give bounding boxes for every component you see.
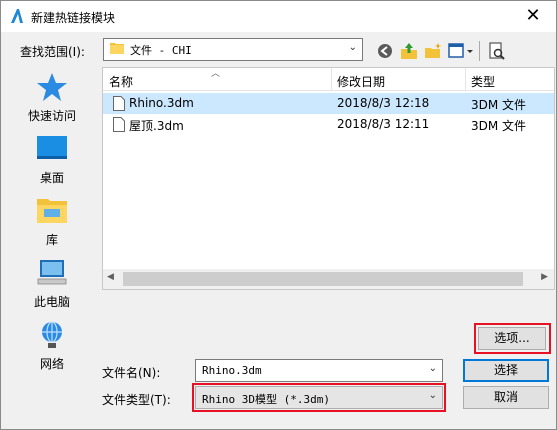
sort-up-icon: ︿ xyxy=(211,69,221,79)
file-date: 2018/8/3 12:11 xyxy=(337,117,430,131)
place-library[interactable]: 库 xyxy=(8,195,96,248)
place-desktop[interactable]: 桌面 xyxy=(8,133,96,186)
column-name[interactable]: 名称 xyxy=(109,73,133,90)
place-this-pc[interactable]: 此电脑 xyxy=(8,257,96,310)
place-quick-access[interactable]: 快速访问 xyxy=(8,71,96,124)
preview-icon[interactable] xyxy=(487,41,507,61)
places-bar: 快速访问 桌面 库 此电脑 网络 xyxy=(8,67,96,382)
close-button[interactable]: ✕ xyxy=(522,5,544,27)
toolbar-separator xyxy=(479,41,480,61)
horizontal-scrollbar[interactable]: ◀ ▶ xyxy=(103,269,554,289)
folder-icon xyxy=(110,43,124,54)
lookin-combo[interactable]: 文件 - CHI ⌄ xyxy=(103,38,363,61)
window-title: 新建热链接模块 xyxy=(31,11,116,25)
file-icon xyxy=(113,117,125,132)
up-folder-icon[interactable] xyxy=(399,41,419,61)
place-label: 此电脑 xyxy=(33,295,70,309)
library-icon xyxy=(37,199,67,223)
column-type[interactable]: 类型 xyxy=(471,73,495,90)
lookin-value: 文件 - CHI xyxy=(130,44,192,57)
highlight-box xyxy=(192,383,446,412)
star-icon xyxy=(37,73,67,101)
open-button[interactable]: 选择 xyxy=(463,359,549,382)
computer-icon xyxy=(37,260,67,285)
file-icon xyxy=(113,96,125,111)
filename-label: 文件名(N): xyxy=(102,366,161,380)
filetype-label: 文件类型(T): xyxy=(102,393,171,407)
cancel-button[interactable]: 取消 xyxy=(463,386,549,409)
chevron-down-icon[interactable]: ⌄ xyxy=(429,363,437,374)
scroll-right-icon[interactable]: ▶ xyxy=(541,272,548,282)
column-divider[interactable] xyxy=(465,68,466,91)
network-icon xyxy=(42,321,62,348)
back-icon[interactable] xyxy=(375,41,395,61)
title-bar: 新建热链接模块 ✕ xyxy=(1,1,556,32)
highlight-box xyxy=(474,323,551,354)
column-date[interactable]: 修改日期 xyxy=(337,73,385,90)
column-divider[interactable] xyxy=(331,68,332,91)
view-menu-icon[interactable] xyxy=(447,41,475,61)
file-name: Rhino.3dm xyxy=(129,96,194,110)
chevron-down-icon: ⌄ xyxy=(348,42,357,53)
lookin-label: 查找范围(I): xyxy=(20,45,85,59)
filename-field[interactable]: Rhino.3dm ⌄ xyxy=(195,359,443,382)
place-label: 网络 xyxy=(39,357,64,371)
file-name: 屋顶.3dm xyxy=(129,119,184,133)
rhino-app-icon xyxy=(9,8,25,24)
place-label: 库 xyxy=(45,233,58,247)
list-item[interactable]: 屋顶.3dm 2018/8/3 12:11 3DM 文件 xyxy=(103,114,554,135)
file-list[interactable]: ︿ 名称 修改日期 类型 Rhino.3dm 2018/8/3 12:18 3D… xyxy=(102,67,555,290)
new-folder-icon[interactable] xyxy=(423,41,443,61)
file-type: 3DM 文件 xyxy=(471,98,527,112)
file-type: 3DM 文件 xyxy=(471,119,527,133)
place-label: 快速访问 xyxy=(27,109,76,123)
scroll-left-icon[interactable]: ◀ xyxy=(107,272,114,282)
place-network[interactable]: 网络 xyxy=(8,319,96,372)
filename-value: Rhino.3dm xyxy=(202,364,262,377)
list-item[interactable]: Rhino.3dm 2018/8/3 12:18 3DM 文件 xyxy=(103,93,554,114)
list-header: ︿ 名称 修改日期 类型 xyxy=(103,68,554,91)
file-date: 2018/8/3 12:18 xyxy=(337,96,430,110)
place-label: 桌面 xyxy=(39,171,64,185)
new-linked-block-dialog: 新建热链接模块 ✕ 查找范围(I): 文件 - CHI ⌄ 快速访问 桌面 库 … xyxy=(0,0,557,430)
desktop-icon xyxy=(37,136,67,159)
scroll-thumb[interactable] xyxy=(123,272,523,286)
